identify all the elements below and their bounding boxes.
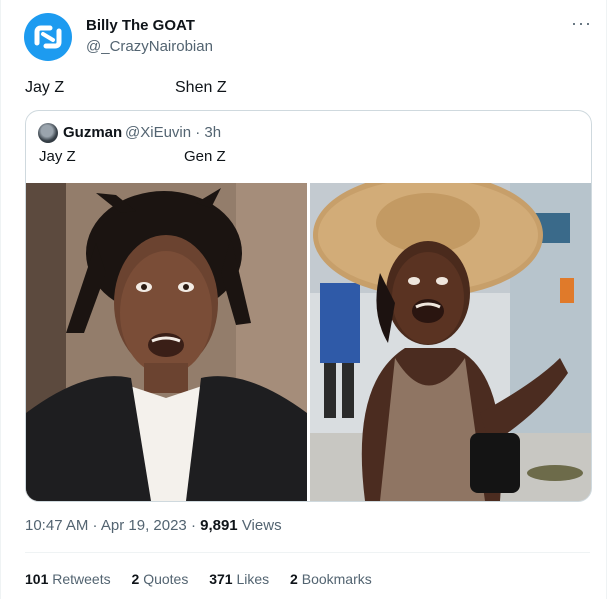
quoted-author-name[interactable]: Guzman [63,124,122,141]
retweets-count: 101 [25,571,49,587]
likes-label: Likes [236,571,270,587]
views-count: 9,891 [200,517,238,534]
author-handle[interactable]: @_CrazyNairobian [86,38,213,55]
man-in-suit-surprised-photo[interactable] [26,183,307,501]
quoted-text-right: Gen Z [184,148,226,165]
retweets-stat[interactable]: 101 Retweets [25,571,111,587]
quoted-author-meta[interactable]: @XiEuvin · 3h [125,124,221,141]
quotes-label: Quotes [143,571,189,587]
quoted-author-avatar[interactable] [38,123,58,143]
more-options-icon[interactable]: ··· [571,13,592,34]
left-border [0,0,1,599]
quotes-stat[interactable]: 2 Quotes [132,571,189,587]
bookmarks-count: 2 [290,571,298,587]
timestamp-date[interactable]: 10:47 AM · Apr 19, 2023 · [25,517,200,534]
author-avatar[interactable] [24,13,72,61]
views-label: Views [237,517,282,534]
likes-count: 371 [209,571,233,587]
retweets-label: Retweets [52,571,111,587]
avatar-logo-icon [34,25,62,49]
engagement-stats: 101 Retweets 2 Quotes 371 Likes 2 Bookma… [25,571,389,587]
quoted-text-left: Jay Z [39,148,76,165]
bookmarks-label: Bookmarks [301,571,372,587]
bookmarks-stat[interactable]: 2 Bookmarks [290,571,372,587]
tweet-text-right: Shen Z [175,79,227,96]
woman-in-straw-hat-photo[interactable] [310,183,591,501]
tweet-timestamp[interactable]: 10:47 AM · Apr 19, 2023 · 9,891 Views [25,517,282,534]
divider-top [25,552,590,553]
quotes-count: 2 [131,571,140,587]
author-name[interactable]: Billy The GOAT [86,17,195,34]
tweet-text-left: Jay Z [25,79,65,96]
right-border [606,0,607,599]
likes-stat[interactable]: 371 Likes [209,571,269,587]
quoted-tweet-card[interactable]: Guzman @XiEuvin · 3h Jay Z Gen Z [25,110,592,502]
